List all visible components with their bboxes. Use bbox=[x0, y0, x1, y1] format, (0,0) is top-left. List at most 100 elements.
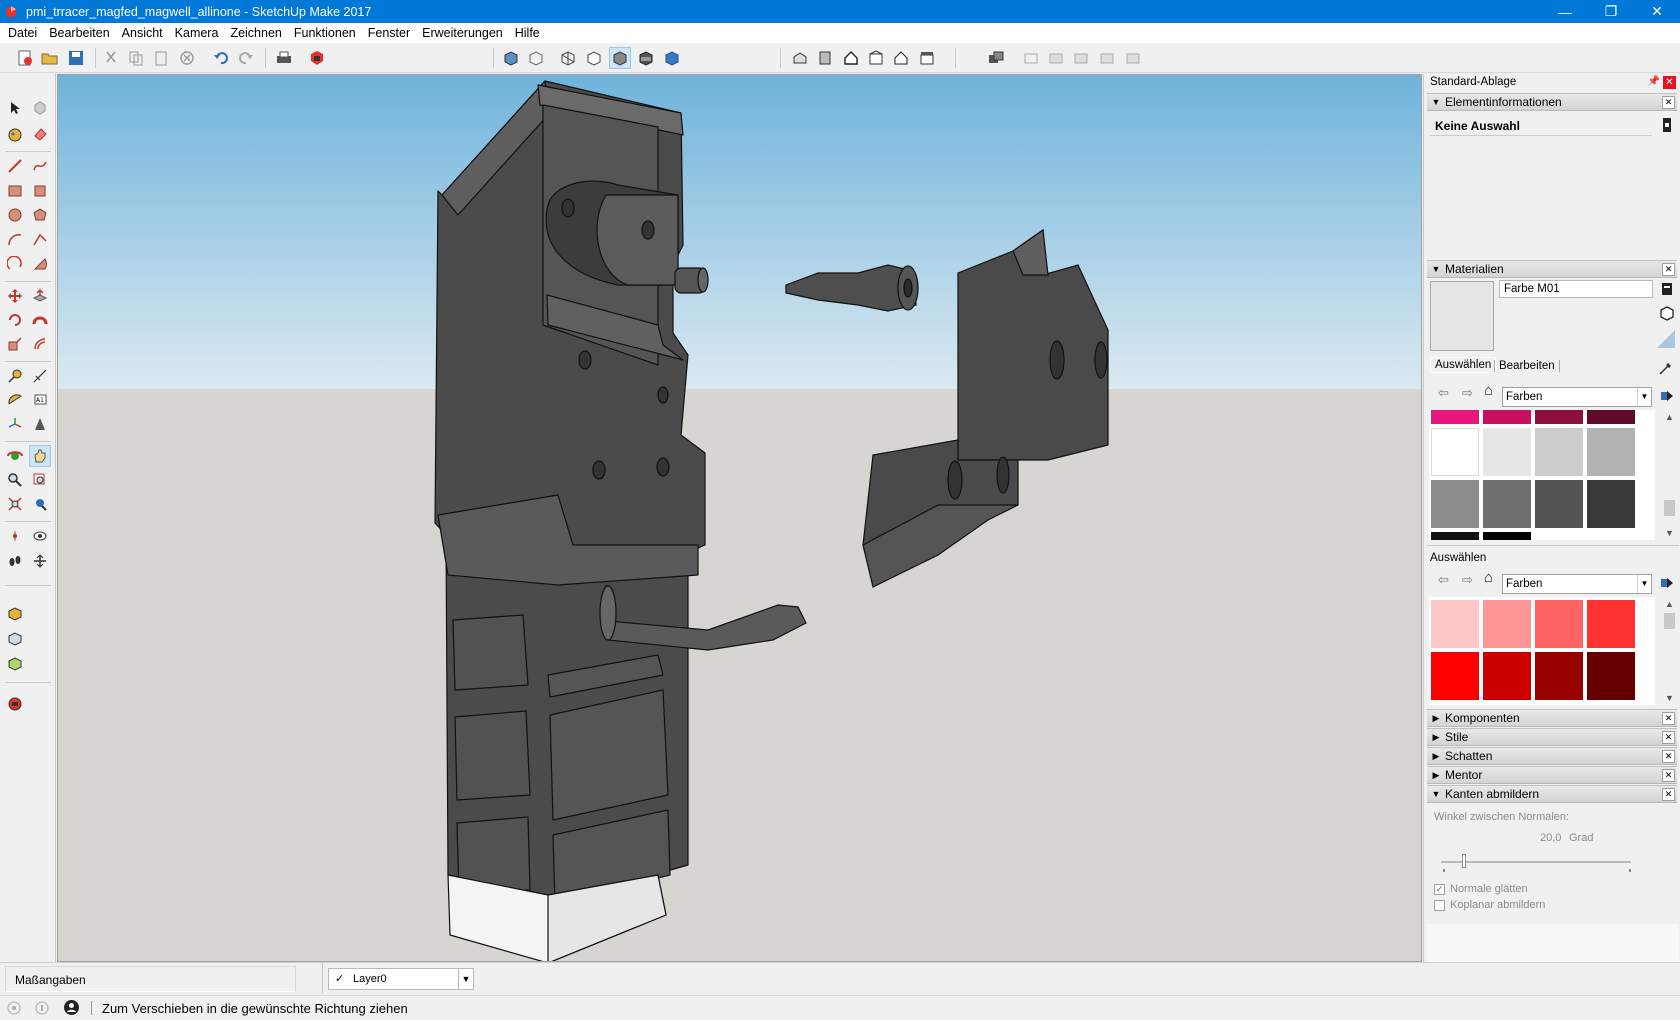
panel-close-icon[interactable]: ✕ bbox=[1662, 769, 1675, 782]
axes-tool-icon[interactable] bbox=[4, 413, 26, 435]
color-swatch[interactable] bbox=[1431, 532, 1479, 540]
left-view-icon[interactable] bbox=[916, 47, 938, 69]
color-swatch[interactable] bbox=[1431, 410, 1479, 424]
back-edges-style-icon[interactable] bbox=[525, 47, 547, 69]
color-swatch[interactable] bbox=[1535, 480, 1583, 528]
follow-me-icon[interactable] bbox=[29, 309, 51, 331]
warehouse-icon[interactable] bbox=[4, 603, 26, 625]
hidden-line-style-icon[interactable] bbox=[583, 47, 605, 69]
color-swatch[interactable] bbox=[1483, 410, 1531, 424]
geolocation-icon[interactable] bbox=[6, 1000, 22, 1016]
details-arrow-icon[interactable] bbox=[1659, 575, 1675, 591]
zoom-extents-icon[interactable] bbox=[4, 493, 26, 515]
shaded-textures-style-icon[interactable] bbox=[635, 47, 657, 69]
share-model-icon[interactable] bbox=[4, 628, 26, 650]
walk-tool-icon[interactable] bbox=[4, 550, 26, 572]
wireframe-style-icon[interactable] bbox=[557, 47, 579, 69]
iso-view-icon[interactable] bbox=[789, 47, 811, 69]
home-icon[interactable]: ⌂ bbox=[1484, 569, 1493, 586]
panel-styles[interactable]: ▶ Stile ✕ bbox=[1427, 728, 1677, 746]
dimension-tool-icon[interactable] bbox=[29, 365, 51, 387]
user-account-icon[interactable] bbox=[63, 999, 80, 1016]
cut-icon[interactable] bbox=[100, 47, 122, 69]
modeling-viewport[interactable] bbox=[57, 74, 1422, 962]
scale-tool-icon[interactable] bbox=[4, 333, 26, 355]
pin-icon[interactable]: 📌 bbox=[1648, 76, 1660, 87]
color-swatch[interactable] bbox=[1431, 600, 1479, 648]
back-arrow-icon[interactable]: ⇦ bbox=[1438, 572, 1449, 588]
tab-select[interactable]: Auswählen bbox=[1430, 357, 1497, 373]
protractor-icon[interactable] bbox=[4, 389, 26, 411]
shaded-style-icon[interactable] bbox=[609, 47, 631, 69]
materials-scrollbar[interactable]: ▲ ▼ bbox=[1662, 410, 1677, 540]
angle-slider-track[interactable] bbox=[1441, 861, 1631, 863]
color-swatch[interactable] bbox=[1483, 652, 1531, 700]
menu-zeichnen[interactable]: Zeichnen bbox=[224, 23, 287, 43]
panel-close-icon[interactable]: ✕ bbox=[1662, 96, 1675, 109]
arc-tool-icon[interactable] bbox=[4, 229, 26, 251]
redo-icon[interactable] bbox=[235, 47, 257, 69]
color-swatch[interactable] bbox=[1431, 428, 1479, 476]
front-view-icon[interactable] bbox=[840, 47, 862, 69]
library-select[interactable]: Farben ▼ bbox=[1502, 387, 1652, 407]
previous-view-icon[interactable] bbox=[29, 493, 51, 515]
scroll-up-icon[interactable]: ▲ bbox=[1662, 410, 1677, 424]
color-swatch[interactable] bbox=[1483, 600, 1531, 648]
menu-kamera[interactable]: Kamera bbox=[169, 23, 225, 43]
extension-manager-icon[interactable] bbox=[4, 693, 26, 715]
color-swatch[interactable] bbox=[1587, 600, 1635, 648]
close-window-button[interactable]: ✕ bbox=[1634, 0, 1680, 23]
line-tool-icon[interactable] bbox=[4, 155, 26, 177]
xray-style-icon[interactable] bbox=[500, 47, 522, 69]
tab-edit[interactable]: Bearbeiten bbox=[1494, 360, 1560, 372]
look-around-icon[interactable] bbox=[29, 525, 51, 547]
material-name-input[interactable]: Farbe M01 bbox=[1499, 280, 1653, 298]
panel-close-icon[interactable]: ✕ bbox=[1662, 750, 1675, 763]
scroll-down-icon[interactable]: ▼ bbox=[1662, 526, 1677, 540]
position-camera-icon[interactable] bbox=[4, 525, 26, 547]
back-arrow-icon[interactable]: ⇦ bbox=[1438, 385, 1449, 401]
section-fill-icon[interactable] bbox=[1096, 47, 1118, 69]
offset-tool-icon[interactable] bbox=[29, 333, 51, 355]
scroll-thumb[interactable] bbox=[1664, 613, 1675, 629]
color-swatch[interactable] bbox=[1483, 428, 1531, 476]
credits-icon[interactable] bbox=[34, 1000, 50, 1016]
rotated-rectangle-icon[interactable] bbox=[29, 180, 51, 202]
erase-icon[interactable] bbox=[176, 47, 198, 69]
panel-mentor[interactable]: ▶ Mentor ✕ bbox=[1427, 766, 1677, 784]
monochrome-style-icon[interactable] bbox=[661, 47, 683, 69]
color-swatch[interactable] bbox=[1535, 410, 1583, 424]
menu-erweiterungen[interactable]: Erweiterungen bbox=[416, 23, 509, 43]
color-swatch[interactable] bbox=[1587, 652, 1635, 700]
color-swatch[interactable] bbox=[1483, 480, 1531, 528]
color-swatch[interactable] bbox=[1535, 600, 1583, 648]
panel-materials[interactable]: ▼ Materialien ✕ bbox=[1427, 260, 1677, 278]
rectangle-tool-icon[interactable] bbox=[4, 180, 26, 202]
move-tool-icon[interactable] bbox=[4, 285, 26, 307]
section-toggle-icon[interactable] bbox=[1122, 47, 1144, 69]
menu-hilfe[interactable]: Hilfe bbox=[509, 23, 546, 43]
section-plane-icon[interactable] bbox=[1020, 47, 1042, 69]
panel-soften-edges[interactable]: ▼ Kanten abmildern ✕ bbox=[1427, 785, 1677, 803]
menu-datei[interactable]: Datei bbox=[2, 23, 43, 43]
menu-bearbeiten[interactable]: Bearbeiten bbox=[43, 23, 115, 43]
color-swatch[interactable] bbox=[1535, 652, 1583, 700]
display-section-cuts-icon[interactable] bbox=[1070, 47, 1092, 69]
layers-icon[interactable] bbox=[985, 47, 1007, 69]
scroll-up-icon[interactable]: ▲ bbox=[1662, 597, 1677, 611]
measurements-box[interactable]: Maßangaben bbox=[5, 966, 296, 992]
maximize-button[interactable]: ❐ bbox=[1588, 0, 1634, 23]
tape-measure-icon[interactable] bbox=[4, 365, 26, 387]
color-swatch[interactable] bbox=[1431, 652, 1479, 700]
paste-icon[interactable] bbox=[150, 47, 172, 69]
polygon-tool-icon[interactable] bbox=[29, 204, 51, 226]
home-icon[interactable]: ⌂ bbox=[1484, 382, 1493, 399]
create-material-icon[interactable] bbox=[1658, 304, 1676, 322]
scroll-thumb[interactable] bbox=[1664, 500, 1675, 516]
copy-icon[interactable] bbox=[125, 47, 147, 69]
panel-close-icon[interactable]: ✕ bbox=[1662, 263, 1675, 276]
display-section-planes-icon[interactable] bbox=[1045, 47, 1067, 69]
new-file-icon[interactable] bbox=[14, 47, 36, 69]
details-arrow-icon[interactable] bbox=[1659, 388, 1675, 404]
eraser-icon[interactable] bbox=[29, 123, 51, 145]
